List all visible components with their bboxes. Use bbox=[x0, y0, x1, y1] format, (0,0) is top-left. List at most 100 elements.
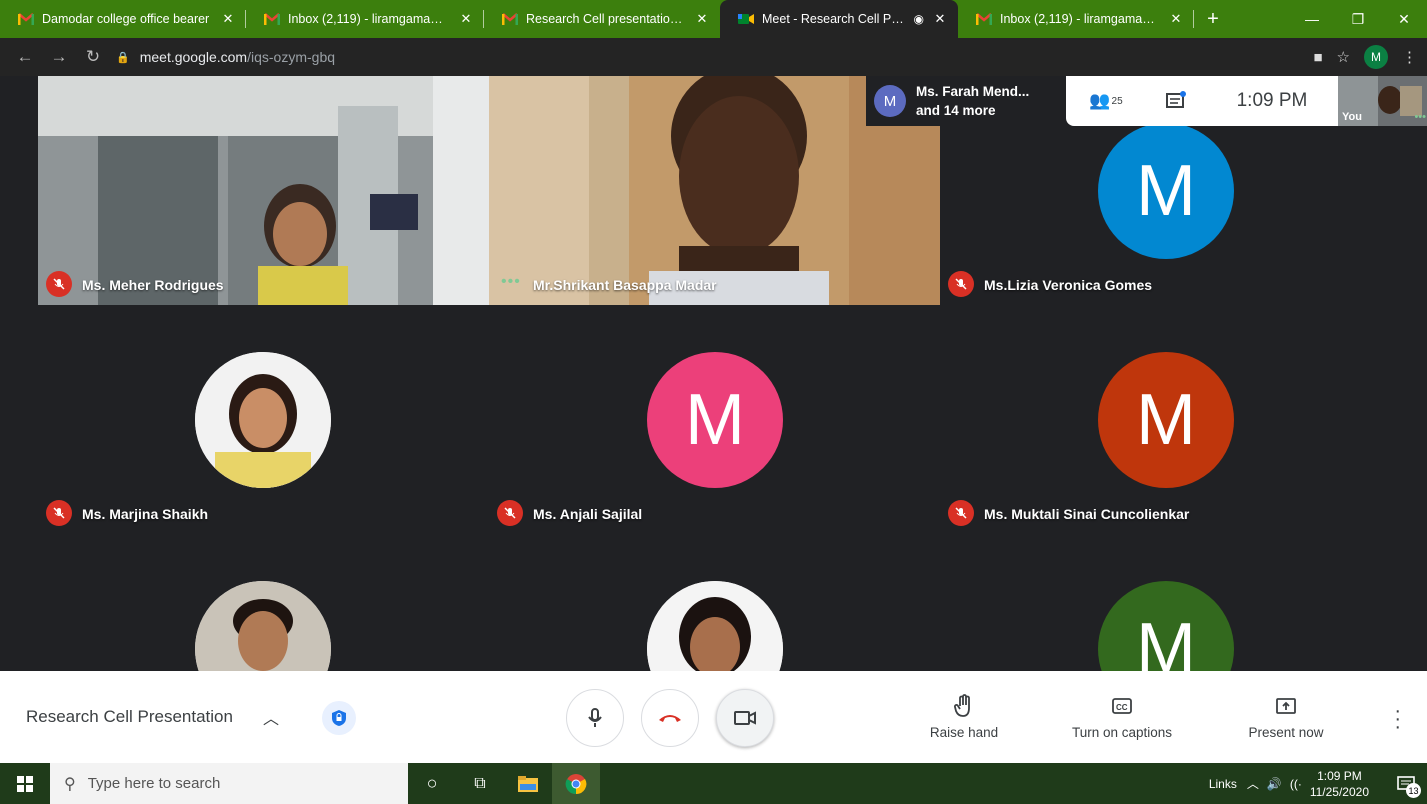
people-icon: 👥 bbox=[1089, 91, 1111, 110]
browser-menu-icon[interactable]: ⋮ bbox=[1402, 48, 1417, 66]
taskbar-date: 11/25/2020 bbox=[1309, 784, 1369, 799]
muted-mic-icon bbox=[497, 500, 523, 526]
tab-title: Inbox (2,119) - liramgama@gm bbox=[1000, 12, 1160, 26]
show-hidden-icons-icon[interactable]: ︿ bbox=[1247, 775, 1259, 792]
host-controls-shield-icon[interactable] bbox=[322, 701, 356, 735]
participant-video-feed bbox=[38, 76, 489, 305]
address-bar-actions: ■ ☆ M ⋮ bbox=[1313, 38, 1417, 76]
url-path: /iqs-ozym-gbq bbox=[247, 49, 336, 65]
tab-damodar-college[interactable]: Damodar college office bearer ✕ bbox=[0, 0, 246, 38]
cortana-icon[interactable]: ○ bbox=[408, 763, 456, 804]
wifi-icon[interactable]: ((· bbox=[1290, 777, 1302, 791]
chat-button[interactable] bbox=[1146, 76, 1206, 126]
action-center-icon[interactable]: 13 bbox=[1385, 763, 1427, 804]
close-tab-icon[interactable]: ✕ bbox=[458, 11, 474, 27]
gmail-icon bbox=[18, 13, 34, 25]
participant-tile-row3-middle[interactable] bbox=[489, 534, 940, 671]
tab-inbox-1[interactable]: Inbox (2,119) - liramgama@gm ✕ bbox=[246, 0, 484, 38]
raise-hand-label: Raise hand bbox=[929, 725, 999, 740]
svg-text:CC: CC bbox=[1116, 703, 1128, 712]
browser-tab-strip: Damodar college office bearer ✕ Inbox (2… bbox=[0, 0, 1427, 38]
microphone-button[interactable] bbox=[566, 689, 624, 747]
self-more-options-icon[interactable]: ••• bbox=[1414, 111, 1426, 123]
tab-meet-active[interactable]: Meet - Research Cell Prese ◉ ✕ bbox=[720, 0, 958, 38]
meeting-time: 1:09 PM bbox=[1236, 90, 1308, 111]
search-placeholder: Type here to search bbox=[87, 775, 221, 792]
hand-icon bbox=[954, 693, 974, 719]
camera-button[interactable] bbox=[716, 689, 774, 747]
raise-hand-button[interactable]: Raise hand bbox=[928, 693, 1000, 740]
participant-tile-muktali[interactable]: M Ms. Muktali Sinai Cuncolienkar bbox=[940, 305, 1391, 534]
chrome-icon[interactable] bbox=[552, 763, 600, 804]
presenting-participants[interactable]: M Ms. Farah Mend... and 14 more bbox=[866, 76, 1066, 126]
leave-call-button[interactable] bbox=[641, 689, 699, 747]
participant-avatar: M bbox=[1098, 581, 1234, 671]
muted-mic-icon bbox=[46, 271, 72, 297]
volume-icon[interactable]: 🔊 bbox=[1267, 777, 1282, 791]
muted-mic-icon bbox=[948, 500, 974, 526]
people-button[interactable]: 👥 25 bbox=[1066, 76, 1146, 126]
presenter-name: Ms. Farah Mend... bbox=[916, 84, 1030, 99]
notification-count-badge: 13 bbox=[1406, 783, 1421, 798]
close-tab-icon[interactable]: ✕ bbox=[1168, 11, 1184, 27]
participant-avatar: M bbox=[1098, 123, 1234, 259]
participant-photo bbox=[647, 581, 783, 671]
tab-title: Damodar college office bearer bbox=[42, 12, 210, 26]
back-arrow-icon[interactable]: ← bbox=[8, 47, 42, 67]
windows-taskbar: ⚲ Type here to search ○ ⧉ Links ︿ 🔊 ((· … bbox=[0, 763, 1427, 804]
profile-avatar[interactable]: M bbox=[1364, 45, 1388, 69]
speaking-indicator-icon: ••• bbox=[501, 273, 521, 290]
taskbar-search-box[interactable]: ⚲ Type here to search bbox=[50, 763, 408, 804]
tab-title: Meet - Research Cell Prese bbox=[762, 12, 908, 26]
chevron-up-icon[interactable]: ︿ bbox=[263, 705, 279, 729]
participant-tile-meher[interactable]: Ms. Meher Rodrigues bbox=[38, 76, 489, 305]
chat-icon bbox=[1166, 91, 1186, 108]
closed-captions-icon: CC bbox=[1111, 693, 1133, 719]
participant-tile-row3-right[interactable]: M bbox=[940, 534, 1391, 671]
meet-top-overlay: M Ms. Farah Mend... and 14 more 👥 25 1:0… bbox=[866, 76, 1427, 126]
bookmark-star-icon[interactable]: ☆ bbox=[1337, 48, 1350, 66]
taskbar-clock[interactable]: 1:09 PM 11/25/2020 bbox=[1310, 768, 1369, 800]
meet-icon bbox=[738, 13, 754, 25]
more-options-icon[interactable]: · · · bbox=[1394, 701, 1401, 737]
muted-mic-icon bbox=[948, 271, 974, 297]
self-view-tile[interactable]: You ••• bbox=[1338, 76, 1427, 126]
tab-inbox-2[interactable]: Inbox (2,119) - liramgama@gm ✕ bbox=[958, 0, 1194, 38]
participant-name: Ms. Anjali Sajilal bbox=[533, 506, 643, 522]
hang-up-icon bbox=[659, 715, 681, 722]
file-explorer-icon[interactable] bbox=[504, 763, 552, 804]
new-tab-button[interactable]: + bbox=[1198, 8, 1228, 31]
captions-button[interactable]: CC Turn on captions bbox=[1064, 693, 1180, 740]
captions-label: Turn on captions bbox=[1071, 725, 1173, 740]
meeting-title[interactable]: Research Cell Presentation bbox=[26, 707, 233, 727]
camera-in-use-icon[interactable]: ■ bbox=[1313, 49, 1322, 66]
links-toolbar[interactable]: Links bbox=[1209, 777, 1237, 791]
presenter-more: and 14 more bbox=[916, 103, 996, 118]
forward-arrow-icon[interactable]: → bbox=[42, 47, 76, 67]
reload-icon[interactable]: ↻ bbox=[76, 47, 110, 67]
participant-photo bbox=[195, 352, 331, 488]
participant-tile-marjina[interactable]: Ms. Marjina Shaikh bbox=[38, 305, 489, 534]
task-view-icon[interactable]: ⧉ bbox=[456, 763, 504, 804]
gmail-icon bbox=[976, 13, 992, 25]
gmail-icon bbox=[502, 13, 518, 25]
participant-tile-row3-left[interactable] bbox=[38, 534, 489, 671]
minimize-icon[interactable]: — bbox=[1289, 0, 1335, 38]
lock-icon: 🔒 bbox=[116, 51, 130, 64]
close-tab-icon[interactable]: ✕ bbox=[694, 11, 710, 27]
gmail-icon bbox=[264, 13, 280, 25]
participant-tile-anjali[interactable]: M Ms. Anjali Sajilal bbox=[489, 305, 940, 534]
meeting-info-bar: 👥 25 1:09 PM bbox=[1066, 76, 1338, 126]
close-window-icon[interactable]: ✕ bbox=[1381, 0, 1427, 38]
present-now-button[interactable]: Present now bbox=[1244, 693, 1328, 740]
self-label: You bbox=[1342, 111, 1362, 123]
windows-start-icon[interactable] bbox=[0, 763, 50, 804]
restore-icon[interactable]: ❐ bbox=[1335, 0, 1381, 38]
url-host: meet.google.com bbox=[139, 49, 248, 65]
close-tab-icon[interactable]: ✕ bbox=[932, 11, 948, 27]
system-tray: Links ︿ 🔊 ((· 1:09 PM 11/25/2020 13 bbox=[1209, 763, 1427, 804]
close-tab-icon[interactable]: ✕ bbox=[220, 11, 236, 27]
url-field[interactable]: 🔒 meet.google.com/iqs-ozym-gbq bbox=[116, 49, 335, 65]
microphone-icon bbox=[588, 708, 602, 727]
tab-research-cell-link[interactable]: Research Cell presentation link ✕ bbox=[484, 0, 720, 38]
